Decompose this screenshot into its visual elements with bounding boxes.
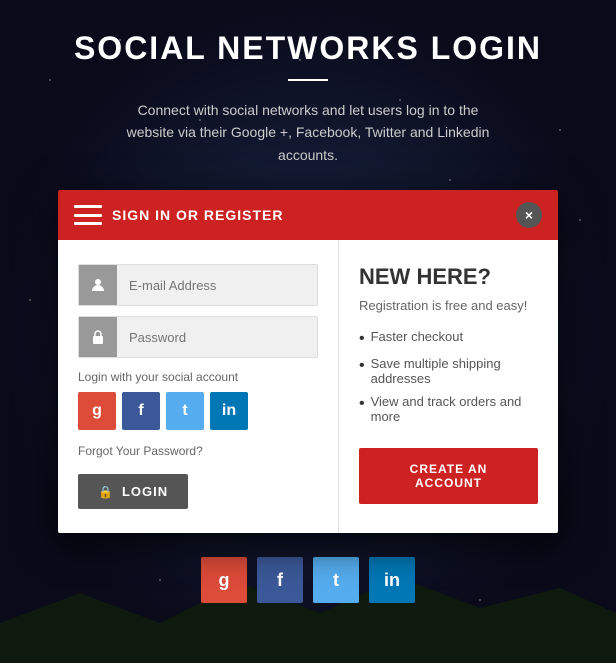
create-account-button[interactable]: CREATE AN ACCOUNT xyxy=(359,448,538,504)
bottom-twitter-button[interactable]: t xyxy=(313,557,359,603)
email-input[interactable] xyxy=(117,268,317,303)
list-item: • Faster checkout xyxy=(359,329,538,348)
facebook-login-button[interactable]: f xyxy=(122,392,160,430)
social-login-label: Login with your social account xyxy=(78,370,318,384)
linkedin-login-button[interactable]: in xyxy=(210,392,248,430)
benefit-3: View and track orders and more xyxy=(371,394,538,424)
list-icon xyxy=(74,205,102,225)
bottom-linkedin-button[interactable]: in xyxy=(369,557,415,603)
twitter-login-button[interactable]: t xyxy=(166,392,204,430)
modal-header: SIGN IN OR REGISTER × xyxy=(58,190,558,240)
login-lock-icon: 🔒 xyxy=(98,485,114,499)
login-panel: Login with your social account g f t in … xyxy=(58,240,339,533)
forgot-password-link[interactable]: Forgot Your Password? xyxy=(78,444,318,458)
email-input-group xyxy=(78,264,318,306)
modal-header-left: SIGN IN OR REGISTER xyxy=(74,205,283,225)
bullet-icon: • xyxy=(359,394,365,413)
benefit-2: Save multiple shipping addresses xyxy=(371,356,538,386)
modal-body: Login with your social account g f t in … xyxy=(58,240,558,533)
login-button[interactable]: 🔒 LOGIN xyxy=(78,474,188,509)
password-input-group xyxy=(78,316,318,358)
bullet-icon: • xyxy=(359,329,365,348)
title-divider xyxy=(288,79,328,81)
list-item: • Save multiple shipping addresses xyxy=(359,356,538,386)
registration-subtitle: Registration is free and easy! xyxy=(359,298,538,313)
page-description: Connect with social networks and let use… xyxy=(118,99,498,166)
login-modal: SIGN IN OR REGISTER × xyxy=(58,190,558,533)
login-button-label: LOGIN xyxy=(122,484,168,499)
modal-header-title: SIGN IN OR REGISTER xyxy=(112,207,283,223)
new-here-title: NEW HERE? xyxy=(359,264,538,290)
page-title: SOCIAL NETWORKS LOGIN xyxy=(74,30,542,67)
benefits-list: • Faster checkout • Save multiple shippi… xyxy=(359,329,538,424)
benefit-1: Faster checkout xyxy=(371,329,464,344)
social-login-buttons: g f t in xyxy=(78,392,318,430)
password-input[interactable] xyxy=(117,320,317,355)
bottom-social-bar: g f t in xyxy=(201,557,415,603)
close-button[interactable]: × xyxy=(516,202,542,228)
bottom-google-button[interactable]: g xyxy=(201,557,247,603)
bottom-facebook-button[interactable]: f xyxy=(257,557,303,603)
google-login-button[interactable]: g xyxy=(78,392,116,430)
bullet-icon: • xyxy=(359,356,365,375)
list-item: • View and track orders and more xyxy=(359,394,538,424)
lock-icon xyxy=(79,317,117,357)
user-icon xyxy=(79,265,117,305)
register-panel: NEW HERE? Registration is free and easy!… xyxy=(339,240,558,533)
